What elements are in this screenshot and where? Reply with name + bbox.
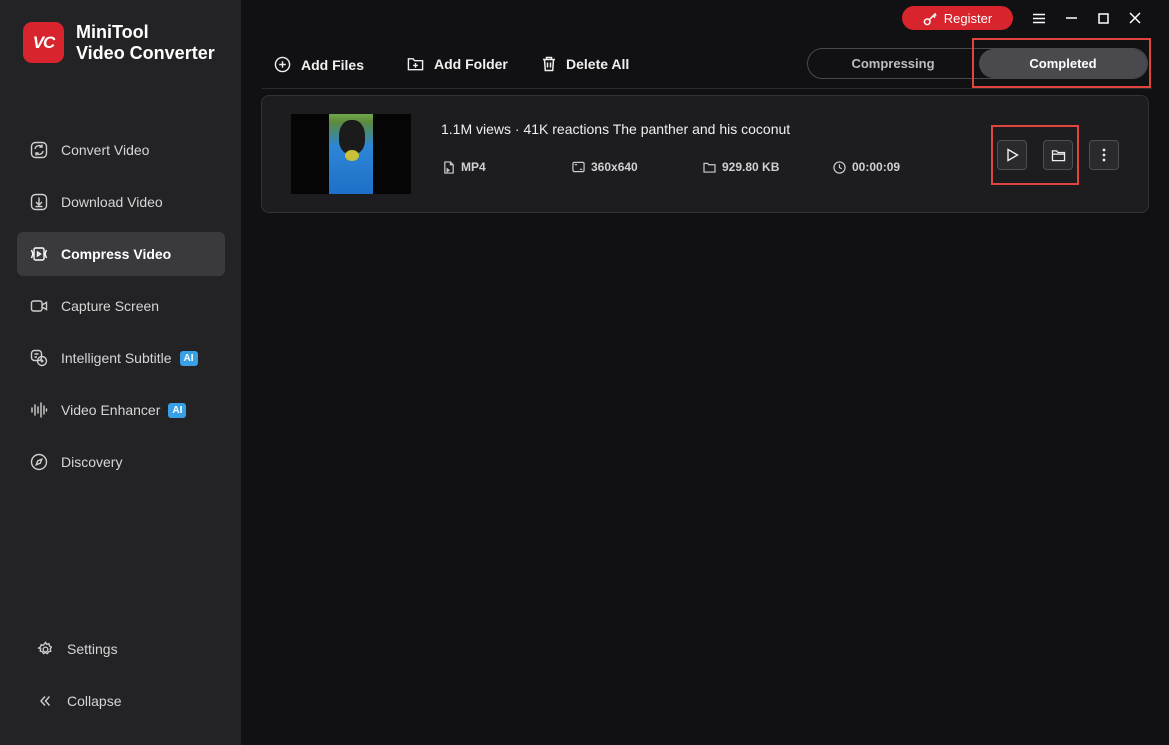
settings-label: Settings [67,641,118,657]
app-brand: VC MiniTool Video Converter [23,22,215,64]
compass-icon [29,452,49,472]
trash-icon [542,56,556,72]
maximize-button[interactable] [1087,6,1119,30]
sidebar-bottom: Settings Collapse [23,626,121,730]
sidebar: VC MiniTool Video Converter Convert Vide… [0,0,241,745]
tab-compressing[interactable]: Compressing [808,49,978,78]
close-button[interactable] [1119,6,1151,30]
compress-icon [29,244,49,264]
register-button[interactable]: Register [902,6,1013,30]
app-title: MiniTool Video Converter [76,22,215,64]
waveform-icon [29,400,49,420]
app-title-line1: MiniTool [76,22,149,42]
thumbnail-object [345,150,359,161]
plus-circle-icon [274,56,291,73]
sidebar-nav: Convert Video Download Video Compress Vi… [17,128,225,492]
add-folder-button[interactable]: Add Folder [407,56,508,72]
add-files-button[interactable]: Add Files [274,56,364,73]
file-resolution: 360x640 [572,160,638,174]
double-chevron-left-icon [35,691,55,711]
app-logo: VC [23,22,64,63]
folder-icon [703,162,716,173]
size-value: 929.80 KB [722,160,780,174]
file-title: 1.1M views · 41K reactions The panther a… [441,121,791,137]
sidebar-item-label: Compress Video [61,246,172,262]
sidebar-item-video-enhancer[interactable]: Video Enhancer AI [17,388,225,432]
app-title-line2: Video Converter [76,43,215,63]
titlebar-controls: Register [902,6,1151,30]
ai-badge: AI [168,402,187,418]
menu-button[interactable] [1023,6,1055,30]
collapse-button[interactable]: Collapse [23,678,121,724]
highlight-box-completed [972,38,1151,88]
file-duration: 00:00:09 [833,160,900,174]
close-icon [1129,12,1141,24]
ai-badge: AI [179,350,198,366]
duration-value: 00:00:09 [852,160,901,174]
download-icon [29,192,49,212]
sidebar-item-discovery[interactable]: Discovery [17,440,225,484]
highlight-box-actions [991,125,1079,185]
clock-icon [833,160,846,174]
sidebar-item-label: Intelligent Subtitle [61,350,172,366]
folder-plus-icon [407,56,424,72]
add-folder-label: Add Folder [434,56,508,72]
format-value: MP4 [461,160,486,174]
sidebar-item-label: Convert Video [61,142,150,158]
sidebar-item-convert-video[interactable]: Convert Video [17,128,225,172]
settings-button[interactable]: Settings [23,626,121,672]
sidebar-item-intelligent-subtitle[interactable]: Intelligent Subtitle AI [17,336,225,380]
resolution-value: 360x640 [591,160,638,174]
video-thumbnail [291,114,411,194]
more-options-button[interactable] [1089,140,1119,170]
sidebar-item-label: Download Video [61,194,163,210]
minimize-icon [1065,17,1077,19]
gear-icon [35,639,55,659]
sidebar-item-label: Video Enhancer [61,402,161,418]
sidebar-item-download-video[interactable]: Download Video [17,180,225,224]
thumbnail-image [329,114,373,194]
collapse-label: Collapse [67,693,122,709]
sidebar-item-capture-screen[interactable]: Capture Screen [17,284,225,328]
add-files-label: Add Files [301,56,365,73]
delete-all-button[interactable]: Delete All [542,56,629,72]
file-icon [443,160,455,174]
subtitle-icon [29,348,49,368]
minimize-button[interactable] [1055,6,1087,30]
sidebar-item-label: Discovery [61,454,123,470]
more-vertical-icon [1102,148,1106,162]
maximize-icon [1097,12,1109,24]
file-size: 929.80 KB [703,160,779,174]
resolution-icon [572,161,585,173]
camera-icon [29,296,49,316]
hamburger-icon [1033,13,1045,23]
file-format: MP4 [443,160,486,174]
sidebar-item-compress-video[interactable]: Compress Video [17,232,225,276]
register-label: Register [943,10,993,26]
sidebar-item-label: Capture Screen [61,298,160,314]
thumbnail-subject [339,120,365,154]
key-icon [923,12,937,25]
delete-all-label: Delete All [566,56,630,72]
convert-icon [29,140,49,160]
